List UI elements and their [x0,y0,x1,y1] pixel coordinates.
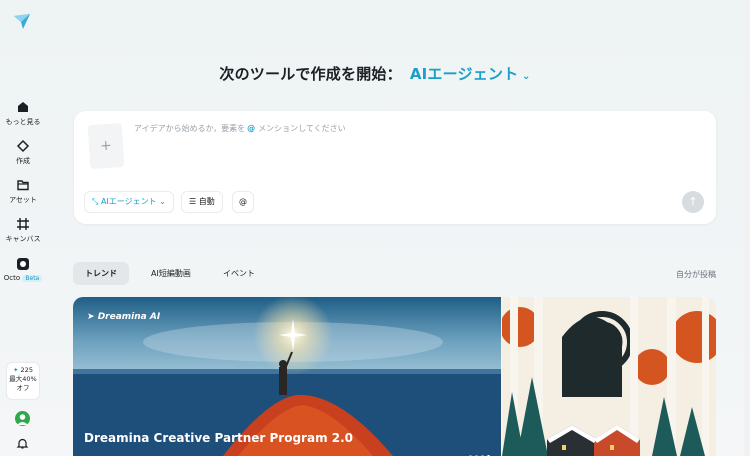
dreamina-ai-logo: ➤ Dreamina AI [87,312,160,322]
octo-icon [17,258,29,270]
chevron-down-icon: ⌄ [518,71,531,82]
agent-selector-label: AIエージェント [409,65,519,83]
chevron-down-icon: ⌄ [159,197,166,206]
sliders-icon: ☰ [189,197,197,206]
diamond-icon [16,139,30,153]
sidebar-item-label: キャンバス [5,235,41,243]
prompt-input[interactable]: アイデアから始めるか，要素を @ メンションしてください [134,123,346,134]
banner-logo-text: Dreamina AI [97,312,161,322]
credits-panel[interactable]: ✦ 225 最大40% オフ [6,362,40,400]
placeholder-before: アイデアから始めるか，要素を [134,124,246,133]
home-icon [18,102,28,112]
page-title: 次のツールで作成を開始： AIエージェント ⌄ [0,63,750,84]
sidebar-item-create[interactable]: 作成 [0,139,46,166]
sidebar-item-label: 作成 [16,157,30,165]
tab-trend[interactable]: トレンド [73,262,129,285]
prompt-box[interactable]: + アイデアから始めるか，要素を @ メンションしてください ⤡ AIエージェント … [74,111,716,224]
sidebar-item-assets[interactable]: アセット [0,178,46,205]
title-text: 次のツールで作成を開始： [219,65,402,83]
agent-mode-icon: ⤡ [92,197,99,206]
mention-icon: @ [239,197,247,206]
sidebar-item-canvas[interactable]: キャンバス [0,217,46,244]
mention-button[interactable]: @ [232,191,254,213]
agent-chip-label: AIエージェント [100,197,157,206]
sidebar-item-label: アセット [9,196,37,204]
user-avatar-icon [17,414,28,425]
sidebar-item-label: もっと見る [5,118,41,126]
avatar[interactable] [15,411,30,426]
promo-line-2: オフ [16,384,30,392]
credit-star-icon: ✦ [13,366,19,374]
credit-amount: 225 [20,366,33,374]
sidebar-item-octo[interactable]: Octo Beta [0,257,46,282]
self-post-link[interactable]: 自分が投稿 [676,269,716,280]
at-symbol: @ [247,124,256,133]
folder-icon [17,180,29,191]
plus-icon: + [99,137,113,155]
beta-badge: Beta [22,275,43,282]
auto-settings-chip[interactable]: ☰ 自動 [181,191,223,213]
auto-chip-label: 自動 [198,197,215,206]
add-reference-button[interactable]: + [87,122,125,170]
sidebar-item-explore[interactable]: もっと見る [0,100,46,127]
carousel-dots[interactable] [466,443,490,456]
banner-title: Dreamina Creative Partner Program 2.0 [84,431,354,445]
agent-selector[interactable]: AIエージェント ⌄ [410,65,531,83]
tab-ai-short-video[interactable]: AI短編動画 [139,262,203,285]
featured-banner[interactable]: ➤ Dreamina AI Dreamina Creative Partner … [73,297,501,456]
canvas-icon [17,218,29,230]
side-banner[interactable] [502,297,716,456]
agent-mode-chip[interactable]: ⤡ AIエージェント ⌄ [84,191,174,213]
promo-line-1: 最大40% [9,375,37,383]
dreamina-logo-icon[interactable] [12,12,32,32]
sidebar-item-label: Octo [3,274,21,282]
send-button[interactable]: ↑ [682,191,704,213]
bell-icon[interactable] [16,437,29,450]
arrow-up-icon: ↑ [688,195,698,208]
banner-logo-icon: ➤ [87,312,95,322]
tab-event[interactable]: イベント [211,262,267,285]
placeholder-after: メンションしてください [258,124,346,133]
forest-illustration [502,297,716,456]
page-scrollbar[interactable] [744,0,750,456]
